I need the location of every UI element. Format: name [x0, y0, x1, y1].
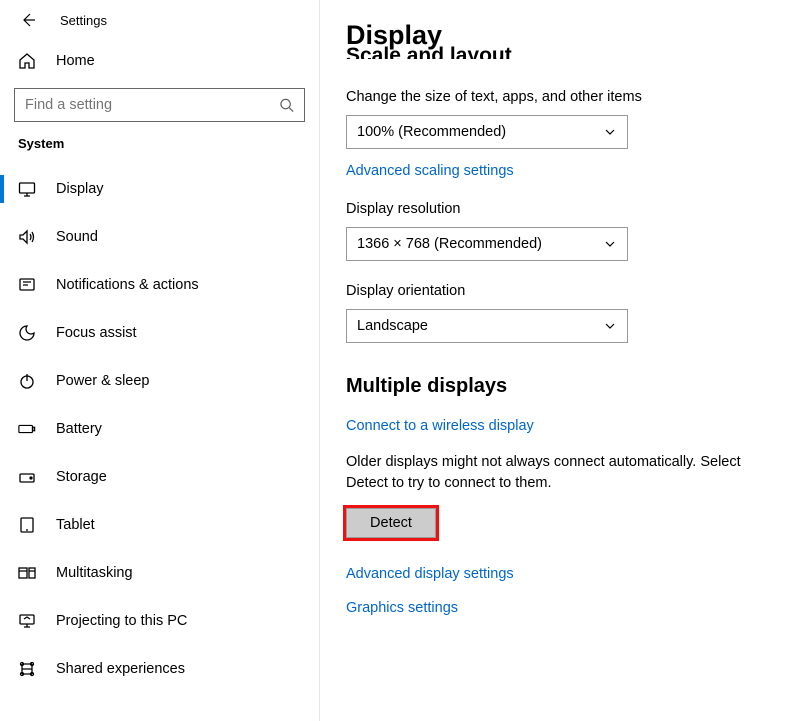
- topbar: Settings: [0, 0, 319, 40]
- scale-dropdown[interactable]: 100% (Recommended): [346, 115, 628, 149]
- nav-display[interactable]: Display: [0, 165, 319, 213]
- nav-list: Display Sound Notifications & actions Fo…: [0, 165, 319, 721]
- connect-wireless-link[interactable]: Connect to a wireless display: [346, 418, 783, 434]
- nav-label: Battery: [56, 421, 102, 437]
- chevron-down-icon: [603, 319, 617, 333]
- nav-battery[interactable]: Battery: [0, 405, 319, 453]
- scale-label: Change the size of text, apps, and other…: [346, 89, 783, 105]
- detect-help-text: Older displays might not always connect …: [346, 452, 783, 494]
- chevron-down-icon: [603, 125, 617, 139]
- nav-label: Notifications & actions: [56, 277, 199, 293]
- nav-label: Power & sleep: [56, 373, 150, 389]
- notifications-icon: [18, 276, 36, 294]
- home-icon: [18, 52, 36, 70]
- nav-focus-assist[interactable]: Focus assist: [0, 309, 319, 357]
- sidebar: Settings Home System Display Sound Notif…: [0, 0, 320, 721]
- back-button[interactable]: [18, 10, 38, 30]
- projecting-icon: [18, 612, 36, 630]
- focus-assist-icon: [18, 324, 36, 342]
- display-icon: [18, 180, 36, 198]
- nav-sound[interactable]: Sound: [0, 213, 319, 261]
- chevron-down-icon: [603, 237, 617, 251]
- nav-storage[interactable]: Storage: [0, 453, 319, 501]
- orientation-label: Display orientation: [346, 283, 783, 299]
- scale-value: 100% (Recommended): [357, 124, 506, 140]
- subheading-scale-layout: Scale and layout: [346, 45, 783, 59]
- nav-label: Tablet: [56, 517, 95, 533]
- nav-power-sleep[interactable]: Power & sleep: [0, 357, 319, 405]
- search-box[interactable]: [14, 88, 305, 122]
- sound-icon: [18, 228, 36, 246]
- content: Display Scale and layout Change the size…: [320, 0, 793, 721]
- search-input[interactable]: [25, 97, 279, 113]
- orientation-value: Landscape: [357, 318, 428, 334]
- sidebar-section-title: System: [0, 134, 319, 165]
- nav-label: Display: [56, 181, 104, 197]
- nav-label: Multitasking: [56, 565, 133, 581]
- nav-label: Projecting to this PC: [56, 613, 187, 629]
- shared-icon: [18, 660, 36, 678]
- tablet-icon: [18, 516, 36, 534]
- power-icon: [18, 372, 36, 390]
- graphics-settings-link[interactable]: Graphics settings: [346, 600, 783, 616]
- multitasking-icon: [18, 564, 36, 582]
- nav-notifications[interactable]: Notifications & actions: [0, 261, 319, 309]
- nav-label: Storage: [56, 469, 107, 485]
- search-icon: [279, 97, 294, 113]
- home-nav[interactable]: Home: [0, 40, 319, 82]
- nav-label: Sound: [56, 229, 98, 245]
- resolution-value: 1366 × 768 (Recommended): [357, 236, 542, 252]
- resolution-dropdown[interactable]: 1366 × 768 (Recommended): [346, 227, 628, 261]
- nav-shared-experiences[interactable]: Shared experiences: [0, 645, 319, 693]
- storage-icon: [18, 468, 36, 486]
- multiple-displays-heading: Multiple displays: [346, 375, 783, 398]
- nav-projecting[interactable]: Projecting to this PC: [0, 597, 319, 645]
- resolution-label: Display resolution: [346, 201, 783, 217]
- nav-tablet[interactable]: Tablet: [0, 501, 319, 549]
- nav-multitasking[interactable]: Multitasking: [0, 549, 319, 597]
- advanced-scaling-link[interactable]: Advanced scaling settings: [346, 163, 783, 179]
- orientation-dropdown[interactable]: Landscape: [346, 309, 628, 343]
- advanced-display-link[interactable]: Advanced display settings: [346, 566, 783, 582]
- arrow-left-icon: [20, 12, 36, 28]
- home-label: Home: [56, 53, 95, 69]
- nav-label: Focus assist: [56, 325, 137, 341]
- search-wrap: [14, 88, 305, 122]
- battery-icon: [18, 420, 36, 438]
- app-title: Settings: [60, 13, 107, 28]
- nav-label: Shared experiences: [56, 661, 185, 677]
- detect-button[interactable]: Detect: [346, 508, 436, 538]
